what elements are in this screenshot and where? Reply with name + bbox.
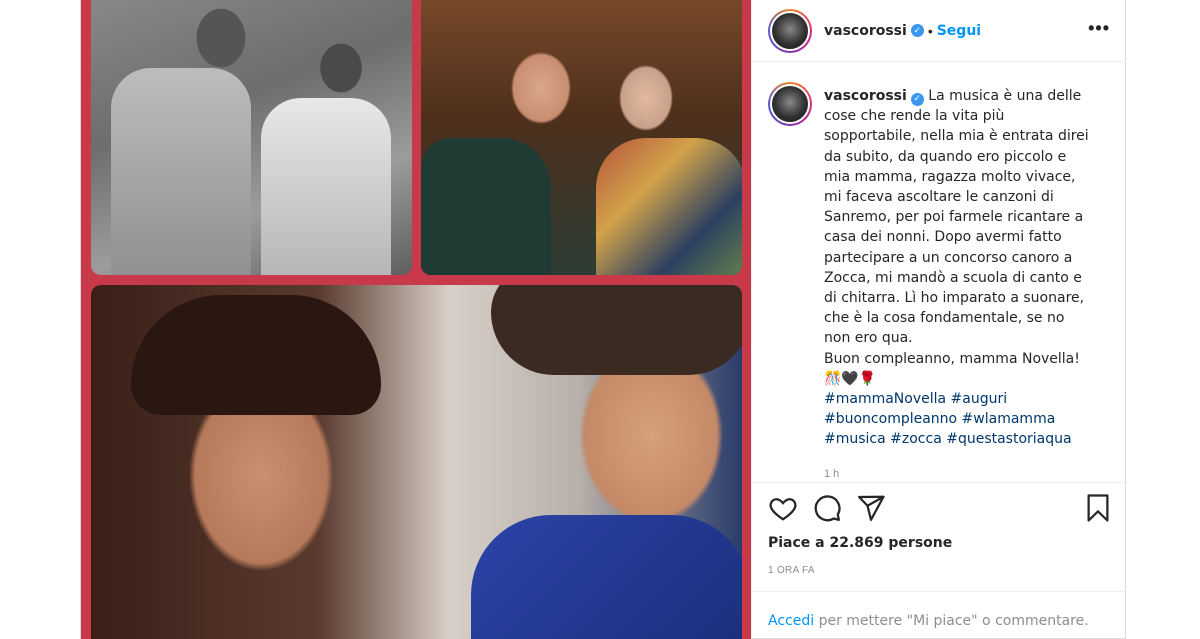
caption-username[interactable]: vascorossi xyxy=(824,88,907,104)
heart-icon[interactable] xyxy=(768,493,798,523)
caption-avatar[interactable] xyxy=(768,82,812,126)
login-prompt-text: per mettere "Mi piace" o commentare. xyxy=(814,613,1089,629)
likes-count[interactable]: Piace a 22.869 persone xyxy=(768,535,952,551)
header-username[interactable]: vascorossi xyxy=(824,23,907,39)
follow-button[interactable]: Segui xyxy=(937,23,981,39)
verified-badge-icon: ✓ xyxy=(910,24,924,37)
login-prompt: Accedi per mettere "Mi piace" o commenta… xyxy=(752,591,1127,639)
photo-closeup-mother-son xyxy=(91,285,742,639)
photo-young-man-with-grandmother xyxy=(421,0,742,275)
caption-section: vascorossi ✓ La musica è una delle cose c… xyxy=(752,62,1127,483)
photo-blue-shirt xyxy=(471,515,742,639)
photo-black-white-couple xyxy=(91,0,412,275)
post-image-collage[interactable] xyxy=(81,0,751,639)
action-bar xyxy=(768,493,1111,529)
photo-figure-elderly-woman xyxy=(596,138,742,275)
caption-body: La musica è una delle cose che rende la … xyxy=(824,88,1089,387)
login-link[interactable]: Accedi xyxy=(768,613,814,629)
avatar[interactable] xyxy=(768,8,812,53)
post-time-ago: 1 ORA FA xyxy=(768,565,815,576)
caption-hashtags[interactable]: #mammaNovella #auguri #buoncompleanno #w… xyxy=(824,389,1092,450)
photo-hair-woman xyxy=(131,295,381,415)
photo-figure-woman xyxy=(261,98,391,275)
photo-figure-young-man xyxy=(421,138,551,275)
caption-verified-badge-icon: ✓ xyxy=(910,93,924,106)
photo-figure-man xyxy=(111,68,251,275)
send-icon[interactable] xyxy=(856,493,886,523)
photo-hair-man xyxy=(491,285,742,375)
bookmark-icon[interactable] xyxy=(1083,493,1113,523)
caption-text-block: vascorossi ✓ La musica è una delle cose c… xyxy=(824,86,1092,450)
post-side-panel: vascorossi ✓ • Segui ••• vascorossi ✓ La … xyxy=(751,0,1127,639)
header-separator: • xyxy=(927,22,933,39)
caption-timestamp: 1 h xyxy=(824,467,840,480)
comment-icon[interactable] xyxy=(812,493,842,523)
instagram-post: vascorossi ✓ • Segui ••• vascorossi ✓ La … xyxy=(80,0,1127,639)
post-header: vascorossi ✓ • Segui ••• xyxy=(752,0,1126,62)
more-options-icon[interactable]: ••• xyxy=(1088,18,1110,39)
